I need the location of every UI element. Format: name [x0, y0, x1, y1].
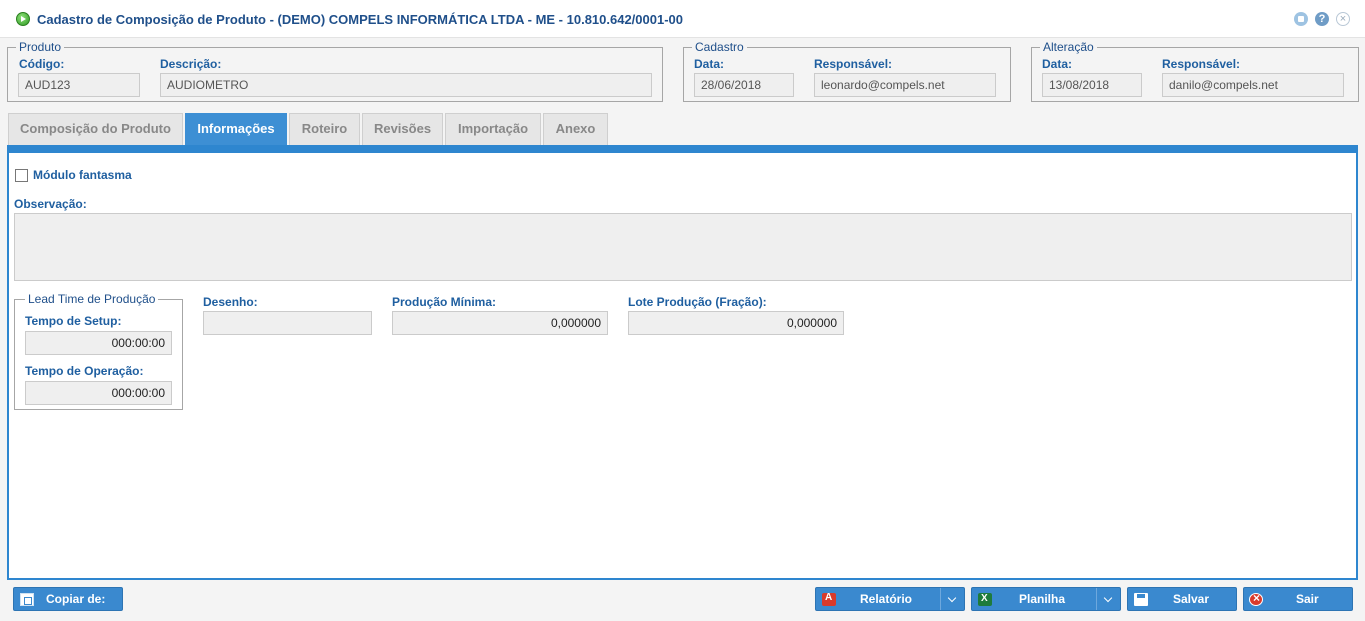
- pdf-icon: [822, 592, 836, 606]
- copiar-de-label: Copiar de:: [46, 592, 106, 606]
- produto-legend: Produto: [19, 40, 62, 54]
- tempo-operacao-label: Tempo de Operação:: [25, 364, 144, 378]
- desenho-label: Desenho:: [203, 295, 258, 309]
- descricao-label: Descrição:: [160, 57, 222, 71]
- planilha-label: Planilha: [1019, 592, 1066, 606]
- title-bar: Cadastro de Composição de Produto - (DEM…: [0, 0, 1365, 38]
- relatorio-label: Relatório: [860, 592, 913, 606]
- alteracao-legend: Alteração: [1043, 40, 1094, 54]
- observacao-textarea[interactable]: [14, 213, 1352, 281]
- cadastro-data-field[interactable]: 28/06/2018: [694, 73, 794, 97]
- tempo-setup-label: Tempo de Setup:: [25, 314, 122, 328]
- tab-importacao[interactable]: Importação: [445, 113, 541, 145]
- modulo-fantasma-label[interactable]: Módulo fantasma: [33, 168, 132, 182]
- modulo-fantasma-checkbox[interactable]: [15, 169, 28, 182]
- cadastro-responsavel-field[interactable]: leonardo@compels.net: [814, 73, 996, 97]
- producao-minima-label: Produção Mínima:: [392, 295, 497, 309]
- planilha-button[interactable]: Planilha: [971, 587, 1121, 611]
- help-icon[interactable]: ?: [1315, 12, 1329, 26]
- planilha-dropdown-chevron-icon[interactable]: [1096, 588, 1120, 610]
- tab-anexo[interactable]: Anexo: [543, 113, 608, 145]
- observacao-label: Observação:: [14, 197, 87, 211]
- relatorio-dropdown-chevron-icon[interactable]: [940, 588, 964, 610]
- alteracao-responsavel-label: Responsável:: [1162, 57, 1241, 71]
- excel-icon: [978, 593, 992, 606]
- alteracao-data-label: Data:: [1042, 57, 1073, 71]
- main-window: Cadastro de Composição de Produto - (DEM…: [0, 0, 1365, 621]
- descricao-field[interactable]: AUDIOMETRO: [160, 73, 652, 97]
- tempo-operacao-field[interactable]: 000:00:00: [25, 381, 172, 405]
- cadastro-legend: Cadastro: [695, 40, 744, 54]
- alteracao-responsavel-field[interactable]: danilo@compels.net: [1162, 73, 1344, 97]
- tab-composicao-produto[interactable]: Composição do Produto: [8, 113, 183, 145]
- salvar-button[interactable]: Salvar: [1127, 587, 1237, 611]
- tab-roteiro[interactable]: Roteiro: [289, 113, 360, 145]
- salvar-label: Salvar: [1173, 592, 1210, 606]
- alteracao-data-field[interactable]: 13/08/2018: [1042, 73, 1142, 97]
- lead-time-legend: Lead Time de Produção: [28, 292, 156, 306]
- lote-producao-label: Lote Produção (Fração):: [628, 295, 767, 309]
- app-play-icon: [16, 12, 30, 26]
- tab-informacoes[interactable]: Informações: [185, 113, 287, 145]
- tempo-setup-field[interactable]: 000:00:00: [25, 331, 172, 355]
- cadastro-responsavel-label: Responsável:: [814, 57, 893, 71]
- minimize-icon[interactable]: [1294, 12, 1308, 26]
- relatorio-button[interactable]: Relatório: [815, 587, 965, 611]
- desenho-field[interactable]: [203, 311, 372, 335]
- sair-label: Sair: [1296, 592, 1319, 606]
- cadastro-data-label: Data:: [694, 57, 725, 71]
- exit-icon: [1249, 591, 1263, 606]
- close-icon[interactable]: ×: [1336, 12, 1350, 26]
- copiar-de-button[interactable]: Copiar de:: [13, 587, 123, 611]
- codigo-field[interactable]: AUD123: [18, 73, 140, 97]
- tab-revisoes[interactable]: Revisões: [362, 113, 443, 145]
- save-icon: [1134, 593, 1148, 606]
- sair-button[interactable]: Sair: [1243, 587, 1353, 611]
- window-title: Cadastro de Composição de Produto - (DEM…: [37, 12, 684, 27]
- copy-icon: [20, 593, 34, 606]
- codigo-label: Código:: [19, 57, 65, 71]
- producao-minima-field[interactable]: 0,000000: [392, 311, 608, 335]
- lote-producao-field[interactable]: 0,000000: [628, 311, 844, 335]
